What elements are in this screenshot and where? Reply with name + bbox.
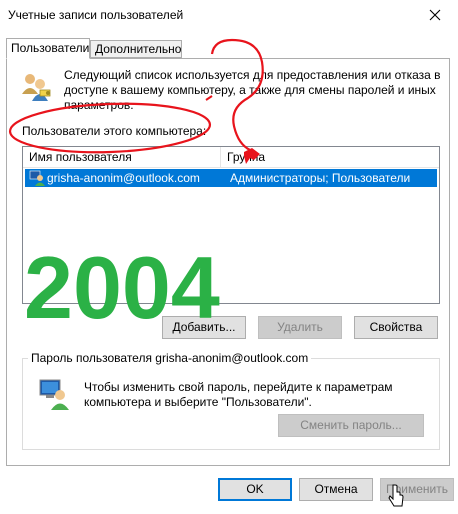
password-help-text: Чтобы изменить свой пароль, перейдите к …	[84, 380, 393, 409]
user-account-icon	[29, 170, 45, 186]
row-username: grisha-anonim@outlook.com	[47, 171, 200, 185]
user-password-icon	[39, 379, 69, 410]
change-password-button[interactable]: Сменить пароль...	[278, 414, 424, 437]
table-row[interactable]: grisha-anonim@outlook.com Администраторы…	[25, 169, 437, 187]
column-header-username[interactable]: Имя пользователя	[29, 150, 132, 164]
window-title: Учетные записи пользователей	[8, 8, 184, 22]
title-bar: Учетные записи пользователей	[0, 0, 458, 31]
remove-button[interactable]: Удалить	[258, 316, 342, 339]
password-group-legend: Пароль пользователя grisha-anonim@outloo…	[28, 351, 312, 365]
row-group: Администраторы; Пользователи	[230, 171, 411, 185]
overlay-text-2004: 2004	[24, 238, 220, 337]
users-list-label: Пользователи этого компьютера:	[22, 124, 207, 138]
ok-button[interactable]: OK	[218, 478, 292, 501]
column-separator[interactable]	[220, 147, 221, 167]
properties-button[interactable]: Свойства	[354, 316, 438, 339]
tab-users[interactable]: Пользователи	[6, 38, 90, 59]
mouse-cursor-icon	[388, 484, 404, 507]
listview-header: Имя пользователя Группа	[23, 147, 439, 168]
user-accounts-dialog: Учетные записи пользователей Пользовател…	[0, 0, 458, 514]
users-icon	[22, 74, 51, 101]
close-icon	[429, 9, 441, 21]
description-text: Следующий список используется для предос…	[64, 68, 441, 112]
close-button[interactable]	[412, 0, 458, 30]
column-header-group[interactable]: Группа	[227, 150, 265, 164]
tab-advanced[interactable]: Дополнительно	[90, 40, 182, 58]
cancel-button[interactable]: Отмена	[299, 478, 373, 501]
